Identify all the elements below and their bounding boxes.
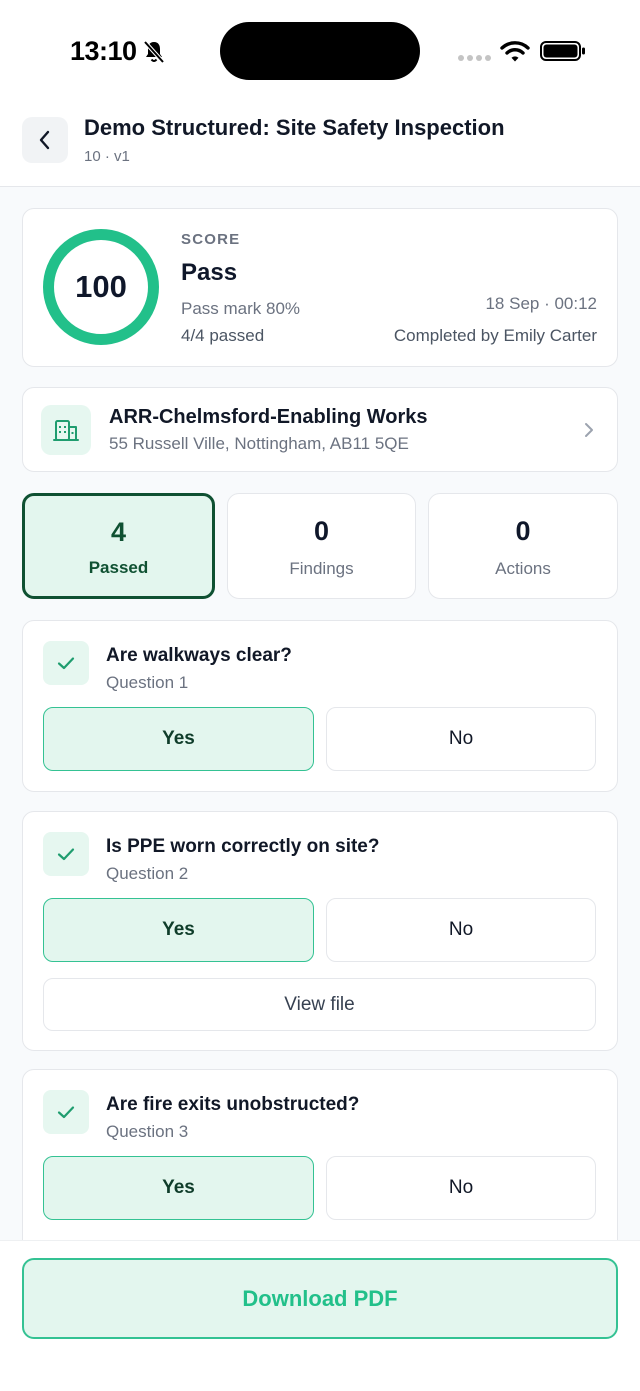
tab-passed[interactable]: 4 Passed bbox=[22, 493, 215, 599]
yes-button[interactable]: Yes bbox=[43, 1156, 314, 1220]
passed-count-value: 4 bbox=[110, 517, 127, 547]
check-icon bbox=[43, 1090, 89, 1134]
actions-label: Actions bbox=[495, 559, 551, 578]
no-button[interactable]: No bbox=[326, 707, 596, 771]
findings-count-value: 0 bbox=[313, 516, 330, 546]
page-header: Demo Structured: Site Safety Inspection … bbox=[0, 100, 640, 187]
site-address: 55 Russell Ville, Nottingham, AB11 5QE bbox=[109, 434, 409, 453]
question-title: Are walkways clear? bbox=[106, 645, 292, 666]
findings-label: Findings bbox=[289, 559, 354, 578]
wifi-icon bbox=[500, 41, 530, 62]
completion-date: 18 Sep · 00:12 bbox=[485, 294, 597, 313]
question-title: Is PPE worn correctly on site? bbox=[106, 836, 380, 857]
tab-findings[interactable]: 0 Findings bbox=[227, 493, 416, 599]
site-name: ARR-Chelmsford-Enabling Works bbox=[109, 406, 428, 428]
back-button[interactable] bbox=[22, 117, 68, 163]
check-icon bbox=[43, 641, 89, 685]
question-number: Question 2 bbox=[106, 864, 189, 883]
signal-icon bbox=[458, 55, 491, 61]
question-card: Are fire exits unobstructed? Question 3 … bbox=[22, 1069, 618, 1269]
chevron-right-icon bbox=[585, 423, 593, 437]
score-value: 100 bbox=[75, 269, 127, 304]
score-ring: 100 bbox=[43, 229, 159, 345]
tab-actions[interactable]: 0 Actions bbox=[428, 493, 618, 599]
question-card: Are walkways clear? Question 1 Yes No bbox=[22, 620, 618, 792]
site-card[interactable]: ARR-Chelmsford-Enabling Works 55 Russell… bbox=[22, 387, 618, 472]
bell-off-icon bbox=[143, 40, 165, 64]
question-title: Are fire exits unobstructed? bbox=[106, 1094, 360, 1115]
dynamic-island bbox=[220, 22, 420, 80]
yes-button[interactable]: Yes bbox=[43, 898, 314, 962]
question-card: Is PPE worn correctly on site? Question … bbox=[22, 811, 618, 1051]
download-pdf-button[interactable]: Download PDF bbox=[22, 1258, 618, 1339]
yes-button[interactable]: Yes bbox=[43, 707, 314, 771]
completed-by: Completed by Emily Carter bbox=[393, 326, 597, 345]
no-button[interactable]: No bbox=[326, 1156, 596, 1220]
view-file-button[interactable]: View file bbox=[43, 978, 596, 1031]
score-card: 100 SCORE Pass Pass mark 80% 4/4 passed … bbox=[22, 208, 618, 367]
pass-mark: Pass mark 80% bbox=[181, 299, 301, 318]
question-number: Question 3 bbox=[106, 1122, 189, 1141]
page-subtitle: 10 · v1 bbox=[84, 148, 130, 165]
no-button[interactable]: No bbox=[326, 898, 596, 962]
building-icon bbox=[41, 405, 91, 455]
passed-label: Passed bbox=[88, 558, 149, 577]
bottom-action-bar: Download PDF bbox=[0, 1240, 640, 1391]
status-time: 13:10 bbox=[70, 36, 137, 66]
chevron-left-icon bbox=[39, 130, 50, 150]
check-icon bbox=[43, 832, 89, 876]
battery-icon bbox=[540, 41, 585, 61]
actions-count-value: 0 bbox=[515, 516, 531, 546]
page-title: Demo Structured: Site Safety Inspection bbox=[84, 115, 505, 140]
passed-count: 4/4 passed bbox=[181, 326, 265, 345]
score-result: Pass bbox=[181, 259, 238, 286]
score-label: SCORE bbox=[181, 231, 241, 248]
status-bar: 13:10 bbox=[0, 0, 640, 100]
question-number: Question 1 bbox=[106, 673, 189, 692]
